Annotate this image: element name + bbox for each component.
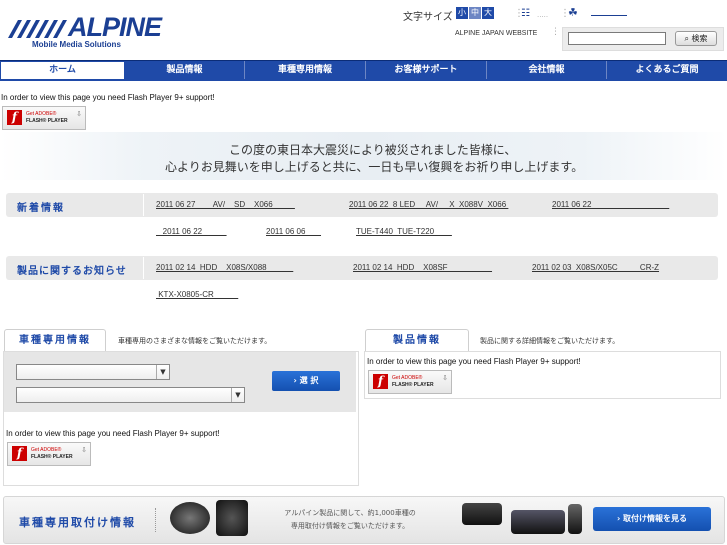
alpine-logo[interactable]: ALPINE Mobile Media Solutions bbox=[2, 12, 162, 54]
chevron-down-icon: ▼ bbox=[156, 365, 169, 379]
select-button[interactable]: › 選 択 bbox=[272, 371, 340, 391]
news-link[interactable]: TUE-T440 TUE-T220 bbox=[356, 227, 452, 236]
logo-subtitle: Mobile Media Solutions bbox=[32, 40, 121, 49]
flash-required-message: In order to view this page you need Flas… bbox=[1, 93, 215, 102]
nav-home[interactable]: ホーム bbox=[0, 61, 125, 80]
flash-required-message: In order to view this page you need Flas… bbox=[367, 357, 581, 366]
tab-product-info[interactable]: 製品情報 bbox=[365, 329, 469, 352]
flash-required-message: In order to view this page you need Flas… bbox=[6, 429, 220, 438]
vehicle-info-description: 車種専用のさまざまな情報をご覧いただけます。 bbox=[118, 337, 272, 345]
get-flash-player-badge[interactable]: f Get ADOBE® FLASH® PLAYER ⇩ bbox=[7, 442, 91, 466]
nav-company[interactable]: 会社情報 bbox=[487, 61, 607, 80]
search-input[interactable] bbox=[568, 32, 666, 45]
download-icon: ⇩ bbox=[442, 374, 448, 382]
dots-separator: ..... bbox=[537, 11, 549, 19]
installation-info-title: 車種専用取付け情報 bbox=[19, 516, 136, 529]
flash-badge-line1: Get ADOBE® bbox=[392, 375, 423, 381]
get-flash-player-badge[interactable]: f Get ADOBE® FLASH® PLAYER ⇩ bbox=[2, 106, 86, 130]
download-icon: ⇩ bbox=[81, 446, 87, 454]
maker-select[interactable]: ▼ bbox=[16, 364, 170, 380]
product-news-title: 製品に関するお知らせ bbox=[17, 266, 127, 277]
flash-logo-icon: f bbox=[12, 446, 27, 461]
nav-support[interactable]: お客様サポート bbox=[366, 61, 487, 80]
news-link[interactable]: 2011 06 22 bbox=[552, 200, 669, 209]
font-size-large-button[interactable]: 大 bbox=[482, 7, 494, 19]
news-link[interactable]: 2011 06 22 8 LED AV/ X X088V X066 bbox=[349, 200, 508, 209]
font-size-small-button[interactable]: 小 bbox=[456, 7, 468, 19]
news-title: 新着情報 bbox=[17, 203, 65, 214]
news-link[interactable]: 2011 06 27 AV/ SD X066 bbox=[156, 200, 295, 209]
logo-text: ALPINE bbox=[68, 12, 162, 42]
nav-underline bbox=[0, 79, 727, 81]
speaker-image bbox=[170, 502, 210, 534]
subwoofer-image bbox=[216, 500, 248, 536]
chevron-down-icon: ▼ bbox=[231, 388, 244, 402]
product-news-link[interactable]: KTX-X0805-CR bbox=[156, 290, 238, 299]
product-news-link[interactable]: 2011 02 03 X08S/X05C CR-Z bbox=[532, 263, 659, 272]
get-flash-player-badge[interactable]: f Get ADOBE® FLASH® PLAYER ⇩ bbox=[368, 370, 452, 394]
condolence-line2: 心よりお見舞いを申し上げると共に、一日も早い復興をお祈り申し上げます。 bbox=[165, 160, 584, 174]
product-info-description: 製品に関する詳細情報をご覧いただけます。 bbox=[480, 337, 620, 345]
globe-map-icon[interactable]: ☘ bbox=[568, 6, 578, 19]
search-button-label: 検索 bbox=[691, 34, 708, 43]
head-unit-image bbox=[511, 510, 565, 534]
news-link[interactable]: 2011 06 22 bbox=[156, 227, 227, 236]
flash-logo-icon: f bbox=[7, 110, 22, 125]
news-link[interactable]: 2011 06 06 bbox=[266, 227, 321, 236]
flash-badge-line2: FLASH® PLAYER bbox=[26, 118, 68, 124]
flash-logo-icon: f bbox=[373, 374, 388, 389]
font-size-label: 文字サイズ bbox=[403, 12, 453, 23]
product-news-link[interactable]: 2011 02 14 HDD X08SF bbox=[353, 263, 492, 272]
download-icon: ⇩ bbox=[76, 110, 82, 118]
installation-info-button-label: 取付け情報を見る bbox=[623, 514, 688, 523]
product-news-separator bbox=[143, 257, 144, 279]
select-button-label: 選 択 bbox=[299, 376, 319, 385]
chevron-right-icon: › bbox=[293, 376, 297, 385]
flash-badge-line2: FLASH® PLAYER bbox=[31, 454, 73, 460]
font-size-medium-button[interactable]: 中 bbox=[469, 7, 481, 19]
nav-vehicle-info[interactable]: 車種専用情報 bbox=[245, 61, 366, 80]
logo-stripes-icon bbox=[8, 20, 67, 38]
installation-info-button[interactable]: › 取付け情報を見る bbox=[593, 507, 711, 531]
product-news-link[interactable]: 2011 02 14 HDD X08S/X088 bbox=[156, 263, 293, 272]
site-link-divider: ⋮ bbox=[551, 27, 560, 37]
flash-badge-line1: Get ADOBE® bbox=[26, 111, 57, 117]
search-icon: ⌕ bbox=[684, 34, 689, 43]
installation-description-line2: 専用取付け情報をご覧いただけます。 bbox=[290, 522, 410, 530]
nav-faq[interactable]: よくあるご質問 bbox=[607, 61, 727, 80]
global-nav: ホーム 製品情報 車種専用情報 お客様サポート 会社情報 よくあるご質問 bbox=[0, 60, 727, 80]
alpine-japan-website-link[interactable]: ALPINE JAPAN WEBSITE bbox=[455, 30, 537, 37]
flash-badge-line2: FLASH® PLAYER bbox=[392, 382, 434, 388]
installation-separator bbox=[155, 508, 157, 532]
sitemap-icon[interactable]: ☷ bbox=[521, 8, 530, 19]
search-button[interactable]: ⌕ 検索 bbox=[675, 31, 717, 46]
model-select[interactable]: ▼ bbox=[16, 387, 245, 403]
global-link-line[interactable] bbox=[591, 15, 627, 16]
condolence-line1: この度の東日本大震災により被災されました皆様に、 bbox=[229, 143, 517, 157]
news-separator bbox=[143, 194, 144, 216]
installation-description-line1: アルパイン製品に関して、約1,000車種の bbox=[284, 509, 416, 517]
nav-products[interactable]: 製品情報 bbox=[125, 61, 245, 80]
tab-vehicle-info[interactable]: 車種専用情報 bbox=[4, 329, 106, 352]
monitor-image bbox=[462, 503, 502, 525]
portable-device-image bbox=[568, 504, 582, 534]
chevron-right-icon: › bbox=[616, 514, 621, 523]
installation-description: アルパイン製品に関して、約1,000車種の 専用取付け情報をご覧いただけます。 bbox=[254, 507, 446, 533]
flash-badge-line1: Get ADOBE® bbox=[31, 447, 62, 453]
